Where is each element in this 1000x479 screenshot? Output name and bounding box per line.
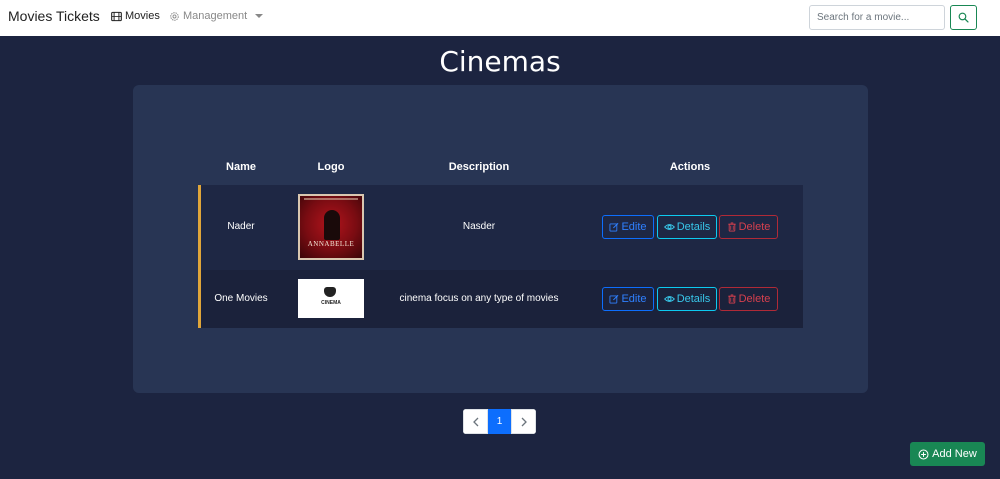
details-button[interactable]: Details	[657, 287, 717, 311]
nav-movies-label: Movies	[125, 10, 160, 22]
delete-button[interactable]: Delete	[719, 287, 778, 311]
gear-icon	[170, 11, 179, 21]
cinema-name: One Movies	[214, 293, 268, 304]
nav-management-dropdown[interactable]: Management	[169, 10, 264, 22]
delete-label: Delete	[738, 221, 771, 233]
cinema-logo-image: CINEMA	[298, 279, 364, 318]
details-label: Details	[676, 221, 711, 233]
search-icon	[958, 12, 969, 23]
eye-icon	[663, 296, 675, 302]
column-header-name: Name	[226, 161, 256, 173]
chevron-right-icon	[521, 417, 527, 426]
add-new-label: Add New	[932, 448, 977, 460]
cinema-description: Nasder	[462, 221, 496, 232]
film-icon	[111, 11, 122, 21]
trash-icon	[727, 294, 736, 304]
trash-icon	[727, 222, 736, 232]
plus-circle-icon	[918, 449, 929, 459]
page-title: Cinemas	[439, 45, 561, 78]
details-label: Details	[676, 293, 711, 305]
search-input[interactable]	[809, 5, 945, 30]
navbar: Movies Tickets Movies Management	[0, 0, 1000, 36]
nav-management-label: Management	[183, 10, 248, 22]
cinema-logo-image: ANNABELLE	[298, 194, 364, 260]
edit-label: Edite	[621, 221, 647, 233]
brand-title[interactable]: Movies Tickets	[8, 8, 100, 24]
pagination-page-1[interactable]: 1	[488, 409, 511, 434]
column-header-actions: Actions	[669, 161, 711, 173]
caret-down-icon	[255, 14, 264, 18]
column-header-logo: Logo	[317, 161, 345, 173]
logo-caption: CINEMA	[321, 300, 341, 306]
search-button[interactable]	[950, 5, 977, 30]
column-header-description: Description	[448, 161, 510, 173]
cinema-description: cinema focus on any type of movies	[399, 293, 559, 304]
edit-button[interactable]: Edite	[602, 215, 654, 239]
pagination: 1	[463, 409, 536, 434]
details-button[interactable]: Details	[657, 215, 717, 239]
cinema-name: Nader	[227, 221, 255, 232]
edit-icon	[609, 294, 619, 304]
chevron-left-icon	[472, 417, 478, 426]
pagination-next[interactable]	[511, 409, 536, 434]
edit-label: Edite	[621, 293, 647, 305]
add-new-button[interactable]: Add New	[910, 442, 985, 466]
pagination-prev[interactable]	[463, 409, 488, 434]
edit-icon	[609, 222, 619, 232]
eye-icon	[663, 224, 675, 230]
delete-label: Delete	[738, 293, 771, 305]
edit-button[interactable]: Edite	[602, 287, 654, 311]
logo-caption: ANNABELLE	[307, 240, 355, 248]
nav-movies-link[interactable]: Movies	[111, 10, 160, 22]
delete-button[interactable]: Delete	[719, 215, 778, 239]
